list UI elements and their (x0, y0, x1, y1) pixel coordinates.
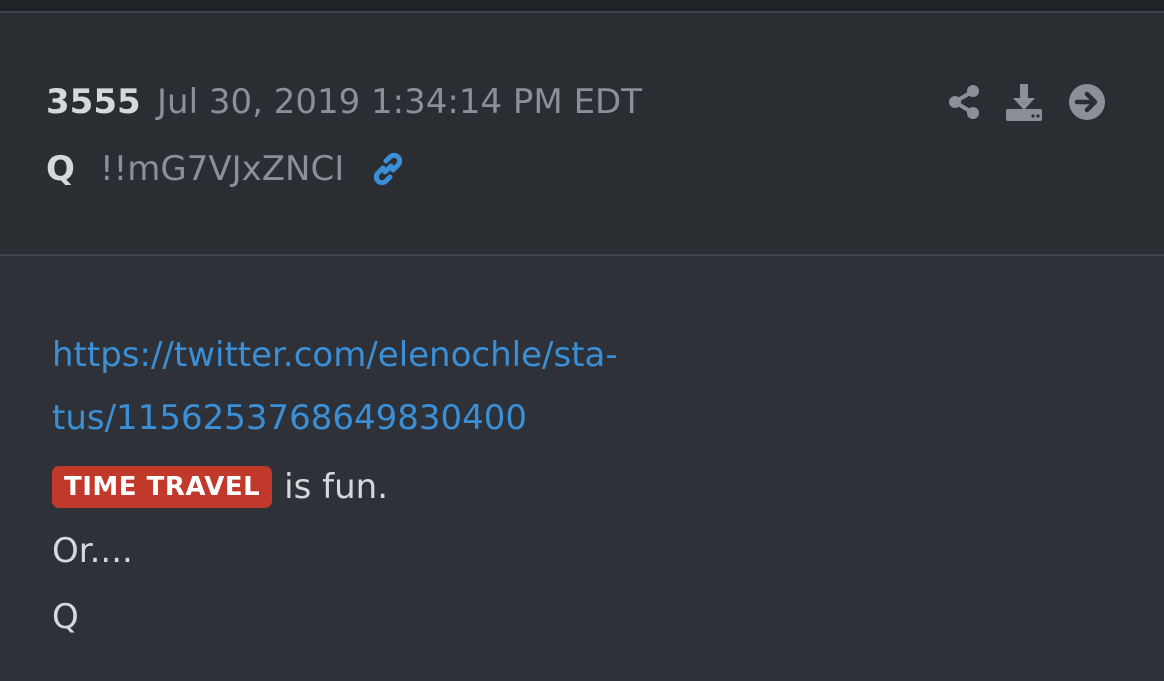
author-tripcode: !!mG7VJxZNCI (100, 149, 345, 189)
post-link[interactable]: https://twitter.com/elenochle/sta- (52, 335, 618, 375)
download-icon[interactable] (1004, 82, 1044, 122)
tag-badge: TIME TRAVEL (52, 466, 273, 508)
post-signature: Q (52, 597, 79, 637)
post-header (0, 13, 1164, 254)
tag-suffix-text: is fun. (284, 467, 389, 507)
post-timestamp: Jul 30, 2019 1:34:14 PM EDT (157, 82, 642, 122)
post-link-continued[interactable]: tus/1156253768649830400 (52, 398, 527, 438)
arrow-circle-right-icon[interactable] (1067, 82, 1107, 122)
share-icon[interactable] (944, 82, 984, 122)
top-bar (0, 0, 1164, 11)
tag-line: TIME TRAVEL is fun. (52, 465, 388, 509)
body-text-line: Or.... (52, 531, 133, 571)
link-icon[interactable] (368, 149, 408, 189)
post-number: 3555 (46, 82, 141, 122)
author-name: Q (46, 149, 75, 189)
